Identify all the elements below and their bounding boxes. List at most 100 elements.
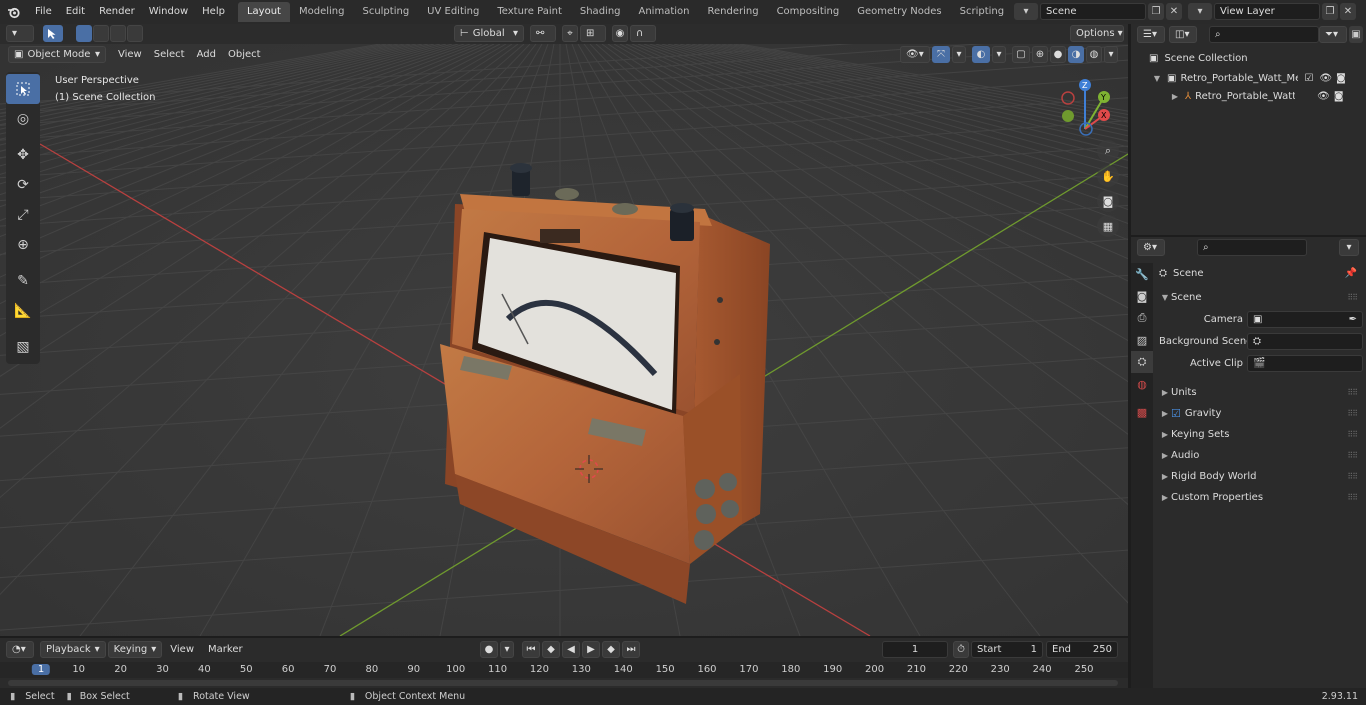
tab-compositing[interactable]: Compositing	[768, 2, 849, 22]
menu-file[interactable]: File	[28, 0, 59, 24]
perspective-toggle-icon[interactable]: ▦	[1097, 215, 1119, 237]
jump-end-icon[interactable]: ⏭	[622, 641, 640, 658]
proportional-edit-icon[interactable]: ◉	[612, 25, 628, 42]
scale-tool-icon[interactable]: ⤢	[6, 200, 40, 230]
properties-search-input[interactable]: ⌕	[1197, 239, 1307, 256]
close-view-layer-icon[interactable]: ✕	[1340, 3, 1356, 20]
timeline-menu-view[interactable]: View	[164, 641, 200, 658]
outliner-search-input[interactable]: ⌕	[1209, 26, 1319, 43]
prev-keyframe-icon[interactable]: ◆	[542, 641, 560, 658]
panel-custom-properties[interactable]: ▶ Custom Properties ⠿⠿	[1159, 487, 1363, 508]
select-tool-icon[interactable]	[43, 25, 63, 42]
viewport-menu-object[interactable]: Object	[222, 46, 267, 63]
output-tab-icon[interactable]: ⎙	[1131, 307, 1153, 329]
timeline-menu-playback[interactable]: Playback ▾	[40, 641, 106, 658]
viewport-menu-add[interactable]: Add	[191, 46, 222, 63]
timeline-scrollbar[interactable]	[8, 680, 1118, 686]
tool-tab-icon[interactable]: 🔧	[1131, 263, 1153, 285]
add-cube-tool-icon[interactable]: ▧	[6, 332, 40, 362]
copy-scene-icon[interactable]: ❐	[1148, 3, 1164, 20]
select-intersect-icon[interactable]	[127, 25, 143, 42]
select-new-icon[interactable]	[76, 25, 92, 42]
panel-rigid-body-world[interactable]: ▶ Rigid Body World ⠿⠿	[1159, 466, 1363, 487]
pin-icon[interactable]: 📌	[1345, 268, 1357, 279]
expand-down-icon[interactable]: ▼	[1151, 74, 1163, 83]
expand-right-icon[interactable]: ▶	[1169, 92, 1181, 101]
proportional-falloff-icon[interactable]: ∩	[630, 25, 656, 42]
select-subtract-icon[interactable]	[110, 25, 126, 42]
editor-type-icon[interactable]: ▾	[6, 25, 34, 42]
properties-options-icon[interactable]: ▾	[1339, 239, 1359, 256]
blender-logo-icon[interactable]	[0, 0, 28, 24]
zoom-icon[interactable]: ⌕	[1097, 140, 1119, 162]
tab-modeling[interactable]: Modeling	[290, 2, 354, 22]
tab-shading[interactable]: Shading	[571, 2, 630, 22]
move-tool-icon[interactable]: ✥	[6, 140, 40, 170]
outliner-row[interactable]: ▶ ⅄ Retro_Portable_Watt_Me 👁 ◙	[1135, 87, 1363, 105]
tab-animation[interactable]: Animation	[630, 2, 699, 22]
gizmo-toggle-icon[interactable]: ⤧	[932, 46, 950, 63]
menu-render[interactable]: Render	[92, 0, 142, 24]
stopwatch-icon[interactable]: ⏱	[953, 641, 969, 658]
tab-geometry-nodes[interactable]: Geometry Nodes	[848, 2, 950, 22]
outliner-root-row[interactable]: ▣ Scene Collection	[1135, 48, 1363, 69]
properties-editor-type-icon[interactable]: ⚙▾	[1137, 239, 1165, 256]
start-frame-field[interactable]: Start 1	[971, 641, 1043, 658]
options-dropdown[interactable]: Options ▾	[1070, 25, 1124, 42]
menu-edit[interactable]: Edit	[59, 0, 92, 24]
jump-start-icon[interactable]: ⏮	[522, 641, 540, 658]
eyedropper-icon[interactable]: ✒	[1349, 314, 1357, 325]
overlay-dropdown-icon[interactable]: ▾	[992, 46, 1006, 63]
select-extend-icon[interactable]	[93, 25, 109, 42]
current-frame-field[interactable]: 1	[882, 641, 948, 658]
viewport-menu-view[interactable]: View	[112, 46, 148, 63]
view-layer-field[interactable]: View Layer	[1214, 3, 1320, 20]
tab-texture-paint[interactable]: Texture Paint	[488, 2, 571, 22]
tab-sculpting[interactable]: Sculpting	[353, 2, 418, 22]
panel-gravity[interactable]: ▶ ☑ Gravity ⠿⠿	[1159, 403, 1363, 424]
camera-field[interactable]: ▣ ✒	[1247, 310, 1363, 328]
view-layer-browse-icon[interactable]: ▾	[1188, 3, 1212, 20]
expand-right-icon[interactable]: ▶	[1159, 430, 1171, 439]
play-reverse-icon[interactable]: ◀	[562, 641, 580, 658]
select-box-tool-icon[interactable]	[6, 74, 40, 104]
world-tab-icon[interactable]: ◍	[1131, 373, 1153, 395]
display-mode-icon[interactable]: ◫▾	[1169, 26, 1197, 43]
new-collection-icon[interactable]: ▣	[1349, 26, 1363, 43]
checkbox-icon[interactable]: ☑	[1304, 73, 1313, 84]
menu-help[interactable]: Help	[195, 0, 232, 24]
background-scene-field[interactable]: ⛭	[1247, 332, 1363, 350]
solid-shading-icon[interactable]: ●	[1050, 46, 1066, 63]
frame-ruler[interactable]: 1 10 20 30 40 50 60 70 80 90 100 110 120 130 140 150 160…	[0, 662, 1128, 678]
pivot-point-icon[interactable]: ⚯	[530, 25, 556, 42]
visibility-icon[interactable]: 👁▾	[900, 46, 930, 63]
menu-window[interactable]: Window	[142, 0, 195, 24]
expand-right-icon[interactable]: ▶	[1159, 472, 1171, 481]
expand-right-icon[interactable]: ▶	[1159, 388, 1171, 397]
annotate-tool-icon[interactable]: ✎	[6, 266, 40, 296]
scene-panel-header[interactable]: ▼ Scene ⠿⠿	[1159, 287, 1363, 308]
measure-tool-icon[interactable]: 📐	[6, 296, 40, 326]
scene-name-field[interactable]: Scene	[1040, 3, 1146, 20]
next-keyframe-icon[interactable]: ◆	[602, 641, 620, 658]
outliner-row[interactable]: ▼ ▣ Retro_Portable_Watt_Meter_C ☑ 👁 ◙	[1135, 69, 1363, 87]
camera-render-icon[interactable]: ◙	[1334, 91, 1344, 102]
wireframe-shading-icon[interactable]: ⊕	[1032, 46, 1048, 63]
render-tab-icon[interactable]: ◙	[1131, 285, 1153, 307]
record-options-icon[interactable]: ▾	[500, 641, 514, 658]
tab-uv-editing[interactable]: UV Editing	[418, 2, 488, 22]
expand-right-icon[interactable]: ▶	[1159, 451, 1171, 460]
play-icon[interactable]: ▶	[582, 641, 600, 658]
close-scene-icon[interactable]: ✕	[1166, 3, 1182, 20]
transform-tool-icon[interactable]: ⊕	[6, 230, 40, 260]
expand-down-icon[interactable]: ▼	[1159, 293, 1171, 302]
view-layer-tab-icon[interactable]: ▨	[1131, 329, 1153, 351]
expand-right-icon[interactable]: ▶	[1159, 493, 1171, 502]
camera-render-icon[interactable]: ◙	[1336, 73, 1346, 84]
panel-units[interactable]: ▶ Units ⠿⠿	[1159, 382, 1363, 403]
snap-target-icon[interactable]: ⊞	[580, 25, 606, 42]
outliner-editor-type-icon[interactable]: ☰▾	[1137, 26, 1165, 43]
filter-icon[interactable]: ⏷▾	[1319, 26, 1347, 43]
timeline-menu-keying[interactable]: Keying ▾	[107, 641, 163, 658]
gizmo-dropdown-icon[interactable]: ▾	[952, 46, 966, 63]
